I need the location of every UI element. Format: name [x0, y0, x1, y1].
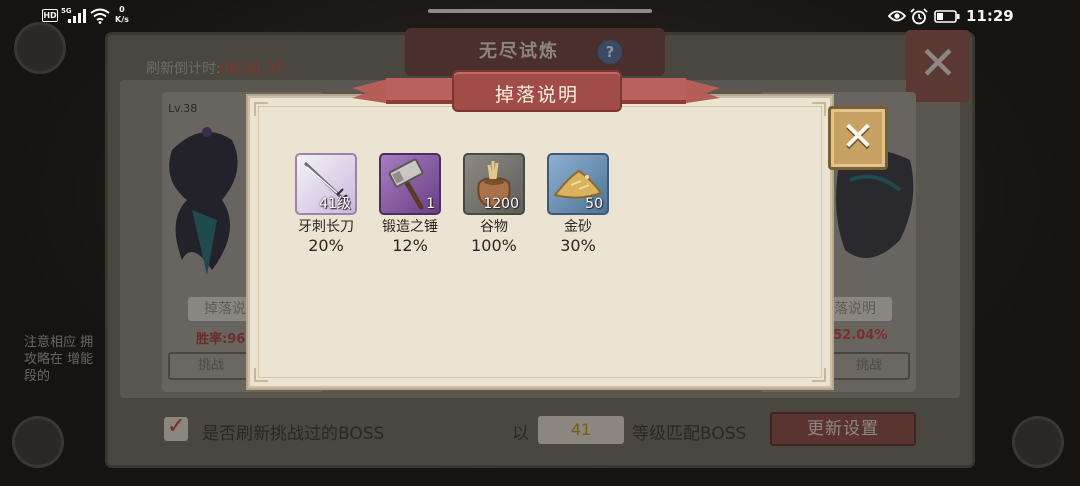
- match-suffix: 等级匹配BOSS: [632, 424, 747, 444]
- item-slot: 41级: [295, 153, 357, 215]
- item-name: 谷物: [480, 219, 508, 235]
- refresh-countdown: 刷新倒计时:06:30:37: [146, 58, 284, 78]
- item-count: 50: [585, 196, 603, 212]
- close-icon: ✕: [918, 36, 958, 90]
- item-drop-rate: 100%: [471, 236, 517, 255]
- corner-ornament-bottom-right: [1012, 416, 1064, 468]
- drop-item[interactable]: 41级 牙刺长刀 20%: [284, 153, 368, 255]
- close-icon: ✕: [841, 114, 875, 160]
- panel-close-button[interactable]: ✕: [906, 30, 970, 102]
- match-level-input[interactable]: 41: [538, 416, 624, 444]
- drop-item-list: 41级 牙刺长刀 20% 1 锻造之锤 12% 1200 谷物 100% 50 …: [284, 153, 620, 255]
- refresh-defeated-label: 是否刷新挑战过的BOSS: [202, 424, 385, 444]
- status-bar: HD 5G 0 K/s 11:29: [0, 0, 1080, 34]
- challenge-button-right[interactable]: 挑战: [828, 352, 910, 380]
- winrate-right: :52.04%: [828, 328, 888, 343]
- hd-indicator: HD: [42, 9, 58, 22]
- update-settings-button[interactable]: 更新设置: [770, 412, 916, 446]
- match-prefix: 以: [512, 424, 529, 444]
- dialog-title: 掉落说明: [494, 84, 579, 106]
- battery-icon: [934, 10, 960, 23]
- item-count: 41级: [319, 196, 351, 212]
- refresh-countdown-label: 刷新倒计时:: [146, 61, 221, 77]
- drop-item[interactable]: 1200 谷物 100%: [452, 153, 536, 255]
- network-speed: 0 K/s: [115, 5, 129, 25]
- item-count: 1200: [483, 196, 519, 212]
- refresh-countdown-value: 06:30:37: [220, 61, 284, 77]
- item-name: 锻造之锤: [382, 219, 438, 235]
- signal-icon: [68, 9, 86, 23]
- dialog-corner: [812, 102, 826, 116]
- speed-value: 0: [119, 5, 125, 14]
- item-slot: 1: [379, 153, 441, 215]
- drop-item[interactable]: 50 金砂 30%: [536, 153, 620, 255]
- item-drop-rate: 30%: [560, 236, 596, 255]
- checkmark-icon: ✓: [167, 414, 186, 439]
- item-count: 1: [426, 196, 435, 212]
- challenge-button-left[interactable]: 挑战: [168, 352, 254, 380]
- item-drop-rate: 12%: [392, 236, 428, 255]
- item-name: 牙刺长刀: [298, 219, 354, 235]
- item-slot: 50: [547, 153, 609, 215]
- alarm-icon: [910, 8, 928, 25]
- dialog-corner: [254, 368, 268, 382]
- notch-pill: [428, 9, 652, 13]
- speed-unit: K/s: [115, 15, 129, 24]
- dialog-corner: [254, 102, 268, 116]
- item-slot: 1200: [463, 153, 525, 215]
- wifi-icon: [90, 8, 110, 24]
- eye-comfort-icon: [888, 10, 906, 22]
- dialog-corner: [812, 368, 826, 382]
- boss-monster-left-image: [169, 127, 238, 275]
- corner-ornament-bottom-left: [12, 416, 64, 468]
- help-button[interactable]: ?: [598, 40, 622, 64]
- status-clock: 11:29: [966, 7, 1014, 25]
- item-name: 金砂: [564, 219, 592, 235]
- dialog-close-button[interactable]: ✕: [828, 106, 888, 170]
- side-hint-text: 注意相应 拥攻略在 增能段的: [24, 335, 94, 384]
- drop-item[interactable]: 1 锻造之锤 12%: [368, 153, 452, 255]
- item-drop-rate: 20%: [308, 236, 344, 255]
- refresh-defeated-checkbox[interactable]: ✓: [164, 414, 188, 441]
